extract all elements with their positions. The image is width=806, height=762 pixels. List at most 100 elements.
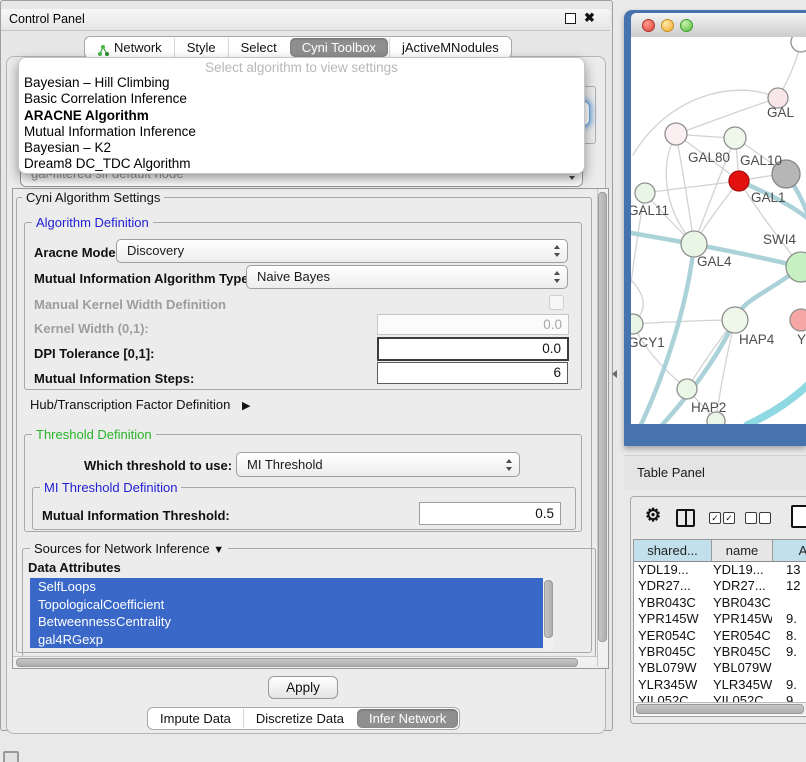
stepper-icon	[505, 459, 513, 471]
table-cell: YDL19...	[711, 562, 772, 578]
network-node-label: SWI4	[763, 232, 796, 247]
export-table-icon[interactable]	[791, 505, 806, 528]
columns-icon[interactable]	[676, 509, 695, 527]
network-node-hap4[interactable]	[722, 307, 748, 333]
float-window-icon[interactable]	[565, 13, 576, 24]
tab-network[interactable]: Network	[85, 38, 174, 57]
tab-jactivemnodules[interactable]: jActiveMNodules	[389, 38, 511, 57]
aracne-mode-select[interactable]: Discovery	[116, 239, 568, 263]
table-cell: 13	[772, 562, 800, 578]
algorithm-option[interactable]: ARACNE Algorithm	[19, 108, 584, 124]
tab-cyni-toolbox[interactable]: Cyni Toolbox	[290, 38, 388, 57]
network-node-label: GAL80	[688, 150, 730, 165]
network-node-gal1[interactable]	[729, 171, 749, 191]
column-header-shared-name[interactable]: shared...	[634, 540, 712, 562]
network-node-gal10[interactable]	[724, 127, 746, 149]
network-node-y[interactable]	[790, 309, 806, 331]
network-node-hap2[interactable]	[677, 379, 697, 399]
table-cell: YER054C	[711, 628, 772, 644]
select-all-columns-icon2[interactable]: ✓	[723, 512, 735, 524]
manual-kernel-label: Manual Kernel Width Definition	[34, 297, 226, 312]
apply-button[interactable]: Apply	[268, 676, 338, 699]
tab-label: Style	[187, 38, 216, 57]
network-canvas[interactable]: GALGAL80GAL10GAL1GAL11GAL4SWI4GCY1HAP4YH…	[631, 37, 806, 424]
select-all-columns-icon[interactable]: ✓	[709, 512, 721, 524]
network-node-label: GAL	[767, 105, 795, 120]
manual-kernel-checkbox[interactable]	[549, 295, 564, 310]
data-attribute-item[interactable]: SelfLoops	[30, 578, 543, 596]
network-node-gal80[interactable]	[665, 123, 687, 145]
network-edge-wide	[747, 384, 806, 424]
network-node-gcy1[interactable]	[631, 314, 643, 334]
tab-style[interactable]: Style	[174, 38, 228, 57]
zoom-traffic-light-icon[interactable]	[680, 19, 693, 32]
network-icon	[97, 42, 109, 54]
attributes-scrollbar-thumb[interactable]	[544, 580, 553, 638]
network-node-label: GAL1	[751, 190, 786, 205]
kernel-width-input[interactable]: 0.0	[377, 314, 569, 335]
network-node[interactable]	[791, 37, 806, 52]
dpi-tolerance-input[interactable]: 0.0	[377, 337, 569, 361]
table-row[interactable]: YDR27...YDR27...12	[634, 578, 806, 594]
unselect-all-columns-icon2[interactable]	[759, 512, 771, 524]
close-traffic-light-icon[interactable]	[642, 19, 655, 32]
tab-select[interactable]: Select	[228, 38, 289, 57]
node-table: shared... name A YDL19...YDL19...13YDR27…	[633, 539, 806, 717]
which-threshold-select[interactable]: MI Threshold	[236, 452, 520, 477]
network-edge	[645, 181, 739, 193]
mi-type-select[interactable]: Naive Bayes	[246, 265, 568, 289]
settings-hscrollbar-thumb[interactable]	[16, 658, 578, 667]
data-attribute-item[interactable]: gal4RGexp	[30, 631, 543, 649]
algorithm-option[interactable]: Basic Correlation Inference	[19, 91, 584, 107]
mi-steps-input[interactable]: 6	[377, 362, 568, 384]
table-row[interactable]: YBR045CYBR045C9.	[634, 644, 806, 660]
algorithm-option[interactable]: Bayesian – K2	[19, 140, 584, 156]
table-row[interactable]: YLR345WYLR345W9.	[634, 677, 806, 693]
algorithm-option[interactable]: Mutual Information Inference	[19, 124, 584, 140]
tab-infer-network[interactable]: Infer Network	[357, 709, 458, 728]
column-header-third[interactable]: A	[773, 540, 806, 562]
tab-label: Network	[114, 38, 162, 57]
collapsed-panel-icon[interactable]	[3, 751, 19, 762]
algorithm-option[interactable]: Bayesian – Hill Climbing	[19, 75, 584, 91]
screen: Control Panel ✖ Network Style Select Cyn…	[0, 0, 806, 762]
network-node-label: Y	[797, 332, 806, 347]
mi-threshold-label: Mutual Information Threshold:	[42, 508, 230, 523]
data-attribute-item[interactable]: BetweennessCentrality	[30, 613, 543, 631]
gear-icon[interactable]: ⚙	[645, 505, 661, 526]
table-cell: 9.	[772, 677, 797, 693]
table-row[interactable]: YER054CYER054C8.	[634, 628, 806, 644]
unselect-all-columns-icon[interactable]	[745, 512, 757, 524]
tab-label: Cyni Toolbox	[302, 38, 376, 57]
settings-vscrollbar-thumb[interactable]	[598, 192, 607, 642]
table-row[interactable]: YBR043CYBR043C	[634, 595, 806, 611]
table-cell: YPR145W	[711, 611, 772, 627]
table-panel-title: Table Panel	[637, 465, 705, 480]
tab-discretize-data[interactable]: Discretize Data	[243, 709, 356, 728]
bottom-tabstrip: Impute Data Discretize Data Infer Networ…	[147, 707, 460, 730]
control-panel-titlebar: Control Panel	[1, 9, 610, 31]
column-header-name[interactable]: name	[712, 540, 773, 562]
network-window-titlebar	[631, 13, 806, 38]
table-cell: YLR345W	[711, 677, 772, 693]
sources-toggle[interactable]: Sources for Network Inference ▼	[30, 541, 228, 556]
table-hscrollbar-thumb[interactable]	[636, 704, 804, 714]
table-row[interactable]: YPR145WYPR145W9.	[634, 611, 806, 627]
network-node-gal11[interactable]	[635, 183, 655, 203]
group-title: Algorithm Definition	[32, 215, 153, 230]
hub-definition-toggle[interactable]: Hub/Transcription Factor Definition ▶	[30, 397, 250, 412]
hub-definition-label: Hub/Transcription Factor Definition	[30, 397, 230, 412]
table-row[interactable]: YBL079WYBL079W	[634, 660, 806, 676]
group-title: MI Threshold Definition	[40, 480, 181, 495]
network-graph: GALGAL80GAL10GAL1GAL11GAL4SWI4GCY1HAP4YH…	[631, 37, 806, 424]
tab-impute-data[interactable]: Impute Data	[148, 709, 243, 728]
algorithm-option[interactable]: Dream8 DC_TDC Algorithm	[19, 156, 584, 172]
mi-threshold-input[interactable]: 0.5	[419, 502, 561, 525]
tab-label: Select	[241, 38, 277, 57]
minimize-traffic-light-icon[interactable]	[661, 19, 674, 32]
close-icon[interactable]: ✖	[584, 10, 595, 26]
splitter-collapse-icon[interactable]	[612, 370, 617, 378]
table-cell: YPR145W	[634, 611, 711, 627]
table-row[interactable]: YDL19...YDL19...13	[634, 562, 806, 578]
data-attribute-item[interactable]: TopologicalCoefficient	[30, 596, 543, 614]
